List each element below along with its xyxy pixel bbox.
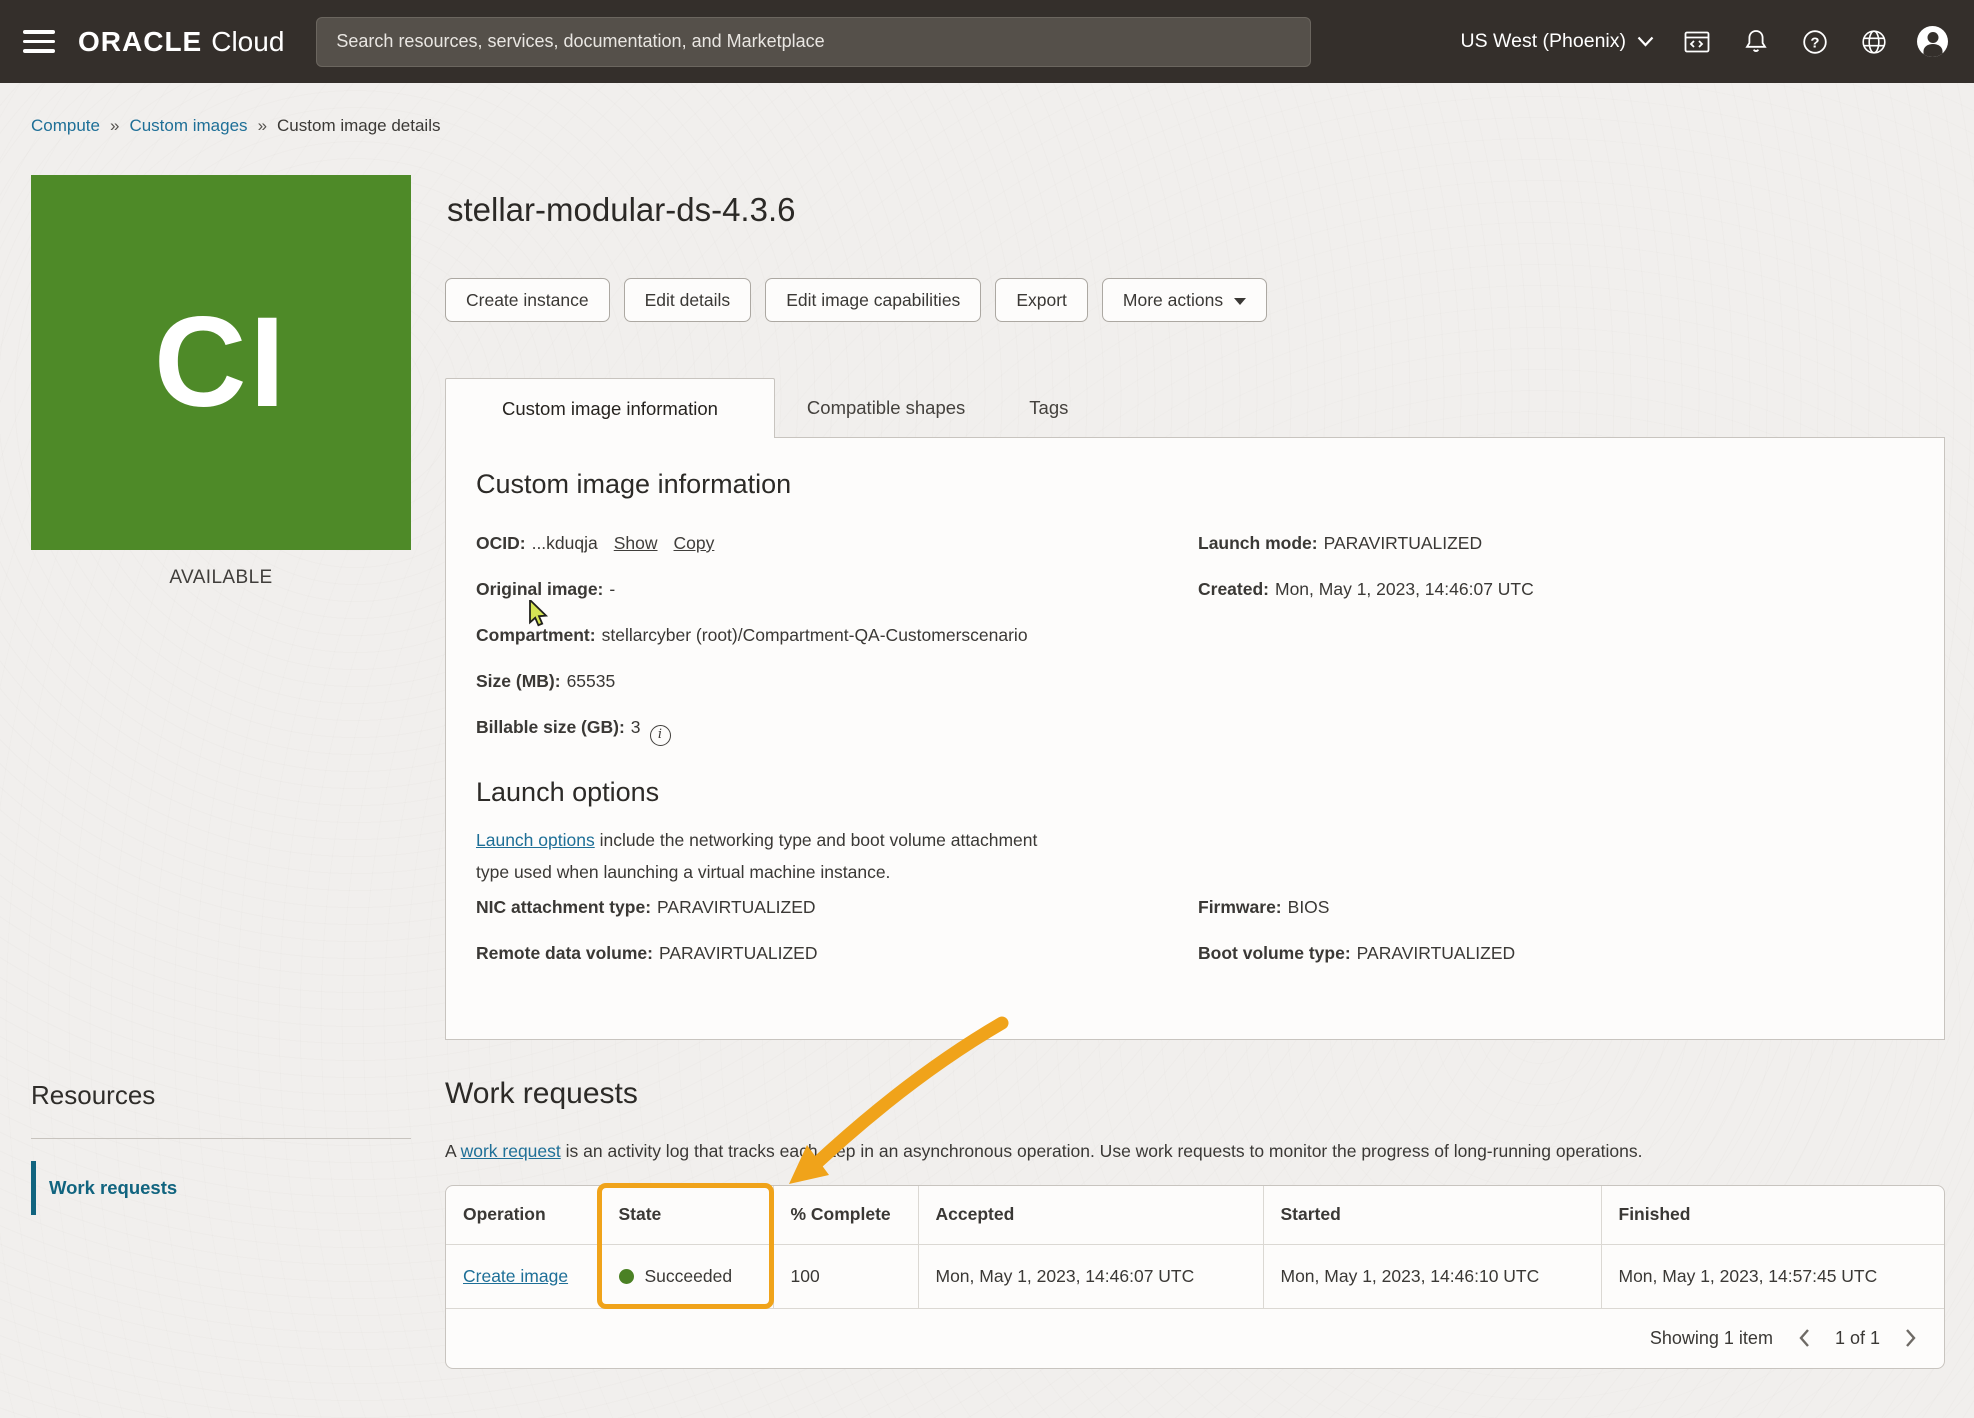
detail-tabs: Custom image information Compatible shap… bbox=[445, 378, 1945, 438]
table-header-row: Operation State % Complete Accepted Star… bbox=[446, 1186, 1944, 1244]
field-created: Created:Mon, May 1, 2023, 14:46:07 UTC bbox=[1198, 578, 1914, 600]
action-buttons: Create instance Edit details Edit image … bbox=[445, 278, 1945, 322]
tab-compatible-shapes[interactable]: Compatible shapes bbox=[775, 378, 997, 437]
region-label: US West (Phoenix) bbox=[1461, 30, 1626, 53]
edit-details-button[interactable]: Edit details bbox=[624, 278, 752, 322]
custom-image-thumbnail: CI bbox=[31, 175, 411, 550]
ocid-show-link[interactable]: Show bbox=[614, 533, 658, 553]
field-ocid: OCID:...kduqjaShowCopy bbox=[476, 532, 1198, 554]
launch-options-link[interactable]: Launch options bbox=[476, 830, 595, 850]
col-state: State bbox=[601, 1186, 773, 1244]
export-button[interactable]: Export bbox=[995, 278, 1088, 322]
sidebar-item-label: Work requests bbox=[49, 1161, 177, 1215]
ocid-copy-link[interactable]: Copy bbox=[674, 533, 715, 553]
field-firmware: Firmware:BIOS bbox=[1198, 896, 1914, 918]
sidebar-item-work-requests[interactable]: Work requests bbox=[31, 1161, 411, 1215]
succeeded-status-dot bbox=[619, 1269, 634, 1284]
svg-text:?: ? bbox=[1810, 34, 1819, 51]
field-compartment: Compartment:stellarcyber (root)/Compartm… bbox=[476, 624, 1198, 646]
breadcrumb-current: Custom image details bbox=[277, 116, 440, 136]
info-fields: OCID:...kduqjaShowCopy Original image:- … bbox=[476, 532, 1914, 896]
main-content: stellar-modular-ds-4.3.6 Create instance… bbox=[445, 160, 1945, 1369]
work-requests-title: Work requests bbox=[445, 1076, 1945, 1112]
more-actions-label: More actions bbox=[1123, 290, 1223, 311]
finished-value: Mon, May 1, 2023, 14:57:45 UTC bbox=[1601, 1244, 1944, 1308]
previous-page-icon[interactable] bbox=[1793, 1326, 1815, 1350]
user-avatar[interactable] bbox=[1917, 26, 1948, 57]
help-icon[interactable]: ? bbox=[1799, 26, 1831, 58]
cloud-shell-icon[interactable] bbox=[1681, 26, 1713, 58]
percent-complete-value: 100 bbox=[773, 1244, 918, 1308]
work-requests-table: Operation State % Complete Accepted Star… bbox=[446, 1186, 1944, 1309]
work-requests-description: A work request is an activity log that t… bbox=[445, 1140, 1945, 1162]
logo-oracle: ORACLE bbox=[78, 26, 202, 58]
launch-fields: NIC attachment type:PARAVIRTUALIZED Remo… bbox=[476, 896, 1914, 988]
table-row: Create image Succeeded 100 Mon, May 1, 2… bbox=[446, 1244, 1944, 1308]
caret-down-icon bbox=[1234, 298, 1246, 305]
info-section-title: Custom image information bbox=[476, 468, 1914, 500]
launch-section-title: Launch options bbox=[476, 776, 1198, 808]
tab-tags[interactable]: Tags bbox=[997, 378, 1100, 437]
showing-count: Showing 1 item bbox=[1650, 1328, 1773, 1349]
language-globe-icon[interactable] bbox=[1858, 26, 1890, 58]
col-finished: Finished bbox=[1601, 1186, 1944, 1244]
status-label: AVAILABLE bbox=[31, 567, 411, 589]
col-operation: Operation bbox=[446, 1186, 601, 1244]
col-percent-complete: % Complete bbox=[773, 1186, 918, 1244]
region-selector[interactable]: US West (Phoenix) bbox=[1461, 30, 1654, 53]
oracle-cloud-console: { "theme": { "topbar-bg": "#342F2B", "ac… bbox=[0, 0, 1974, 1418]
active-indicator-bar bbox=[31, 1161, 36, 1215]
global-search bbox=[316, 17, 1311, 67]
field-nic-attachment-type: NIC attachment type:PARAVIRTUALIZED bbox=[476, 896, 1198, 918]
topbar: ORACLE Cloud US West (Phoenix) bbox=[0, 0, 1974, 83]
search-input[interactable] bbox=[316, 17, 1311, 67]
accepted-value: Mon, May 1, 2023, 14:46:07 UTC bbox=[918, 1244, 1263, 1308]
resources-sidebar: Resources Work requests bbox=[31, 1080, 411, 1215]
create-image-link[interactable]: Create image bbox=[463, 1266, 568, 1286]
state-value: Succeeded bbox=[645, 1266, 733, 1287]
logo-cloud: Cloud bbox=[211, 26, 284, 58]
page-title: stellar-modular-ds-4.3.6 bbox=[447, 190, 1945, 230]
edit-image-capabilities-button[interactable]: Edit image capabilities bbox=[765, 278, 981, 322]
page-indicator: 1 of 1 bbox=[1835, 1328, 1880, 1349]
breadcrumb-compute[interactable]: Compute bbox=[31, 116, 100, 136]
resources-title: Resources bbox=[31, 1080, 411, 1110]
topbar-right: US West (Phoenix) ? bbox=[1461, 26, 1948, 58]
breadcrumb-custom-images[interactable]: Custom images bbox=[129, 116, 247, 136]
notifications-icon[interactable] bbox=[1740, 26, 1772, 58]
chevron-down-icon bbox=[1637, 36, 1654, 47]
next-page-icon[interactable] bbox=[1900, 1326, 1922, 1350]
field-original-image: Original image:- bbox=[476, 578, 1198, 600]
col-started: Started bbox=[1263, 1186, 1601, 1244]
launch-description: Launch options include the networking ty… bbox=[476, 824, 1044, 888]
menu-icon[interactable] bbox=[18, 22, 60, 62]
create-instance-button[interactable]: Create instance bbox=[445, 278, 610, 322]
breadcrumb-separator: » bbox=[110, 116, 119, 136]
info-panel: Custom image information OCID:...kduqjaS… bbox=[445, 438, 1945, 1040]
work-request-link[interactable]: work request bbox=[461, 1141, 561, 1161]
table-footer: Showing 1 item 1 of 1 bbox=[446, 1309, 1944, 1368]
breadcrumb: Compute » Custom images » Custom image d… bbox=[31, 116, 441, 136]
col-accepted: Accepted bbox=[918, 1186, 1263, 1244]
field-boot-volume-type: Boot volume type:PARAVIRTUALIZED bbox=[1198, 942, 1914, 964]
breadcrumb-separator: » bbox=[258, 116, 267, 136]
field-remote-data-volume: Remote data volume:PARAVIRTUALIZED bbox=[476, 942, 1198, 964]
started-value: Mon, May 1, 2023, 14:46:10 UTC bbox=[1263, 1244, 1601, 1308]
tab-custom-image-information[interactable]: Custom image information bbox=[445, 378, 775, 438]
field-size-mb: Size (MB):65535 bbox=[476, 670, 1198, 692]
more-actions-button[interactable]: More actions bbox=[1102, 278, 1267, 322]
image-initials: CI bbox=[154, 289, 288, 436]
resources-divider bbox=[31, 1138, 411, 1139]
info-icon[interactable]: i bbox=[650, 725, 671, 746]
state-cell: Succeeded bbox=[619, 1266, 761, 1287]
field-billable-size: Billable size (GB):3i bbox=[476, 716, 1198, 746]
work-requests-table-card: Operation State % Complete Accepted Star… bbox=[445, 1185, 1945, 1369]
oracle-cloud-logo: ORACLE Cloud bbox=[78, 26, 284, 58]
field-launch-mode: Launch mode:PARAVIRTUALIZED bbox=[1198, 532, 1914, 554]
image-card: CI AVAILABLE bbox=[31, 175, 411, 589]
